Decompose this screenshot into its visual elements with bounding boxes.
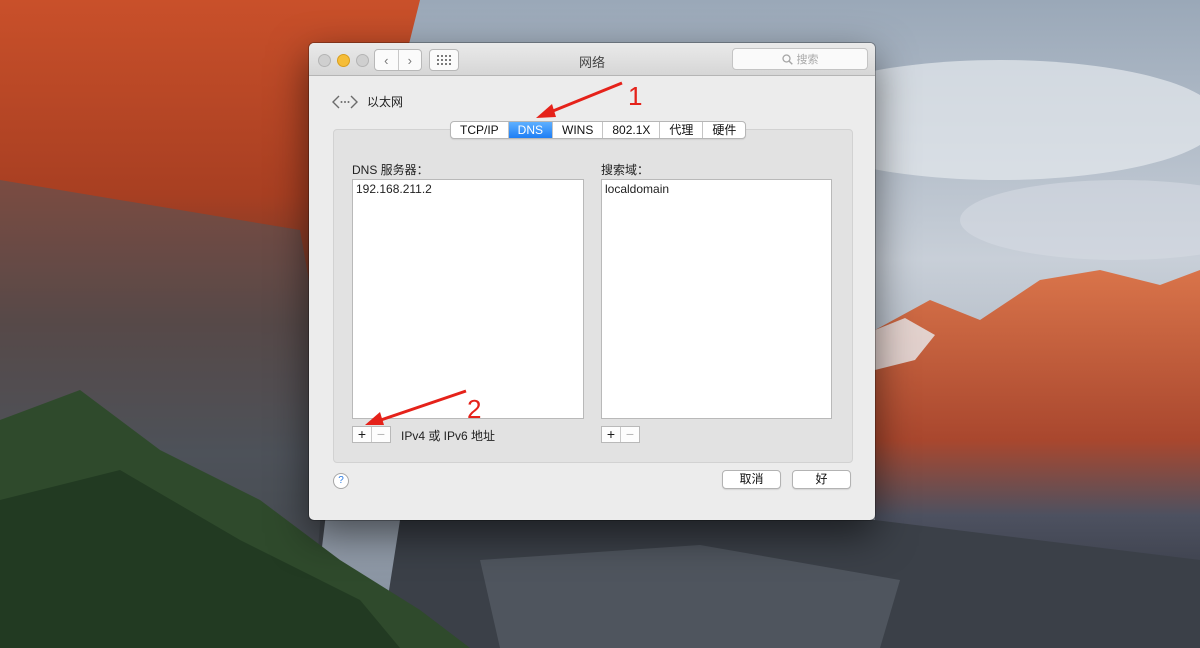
annotation-number-2: 2 [467,394,482,424]
search-domain-add-remove-buttons: + − [601,426,640,443]
interface-name: 以太网 [367,95,404,109]
search-input[interactable]: 搜索 [732,48,868,70]
dns-add-button[interactable]: + [353,427,371,442]
cancel-button[interactable]: 取消 [722,470,781,489]
tab-tcpip[interactable]: TCP/IP [451,122,508,138]
search-placeholder: 搜索 [796,54,819,66]
ethernet-icon [332,95,358,108]
tab-hardware[interactable]: 硬件 [702,122,745,138]
dns-add-remove-buttons: + − [352,426,391,443]
dns-remove-button[interactable]: − [371,427,390,442]
search-domains-list[interactable]: localdomain [601,179,832,419]
list-item[interactable]: localdomain [602,180,831,198]
search-domains-label: 搜索域： [601,163,650,177]
ok-button[interactable]: 好 [792,470,851,489]
annotation-number-1: 1 [628,81,643,111]
dns-hint-text: IPv4 或 IPv6 地址 [401,429,496,443]
list-item[interactable]: 192.168.211.2 [353,180,583,198]
interface-header: 以太网 [331,93,403,110]
tab-dns[interactable]: DNS [507,122,553,138]
tab-wins[interactable]: WINS [552,122,602,138]
search-icon [781,53,793,65]
search-domain-add-button[interactable]: + [602,427,620,442]
tab-bar: TCP/IP DNS WINS 802.1X 代理 硬件 [450,121,747,139]
search-domain-remove-button[interactable]: − [620,427,639,442]
tab-8021x[interactable]: 802.1X [602,122,659,138]
tab-proxy[interactable]: 代理 [659,122,702,138]
title-bar: ‹ › 网络 搜索 [309,43,875,76]
dns-servers-list[interactable]: 192.168.211.2 [352,179,584,419]
help-button[interactable]: ? [333,473,349,489]
dns-servers-label: DNS 服务器： [352,163,429,177]
network-preferences-window: ‹ › 网络 搜索 以太网 TCP/IP DNS WINS 802.1X 代理 … [309,43,875,520]
